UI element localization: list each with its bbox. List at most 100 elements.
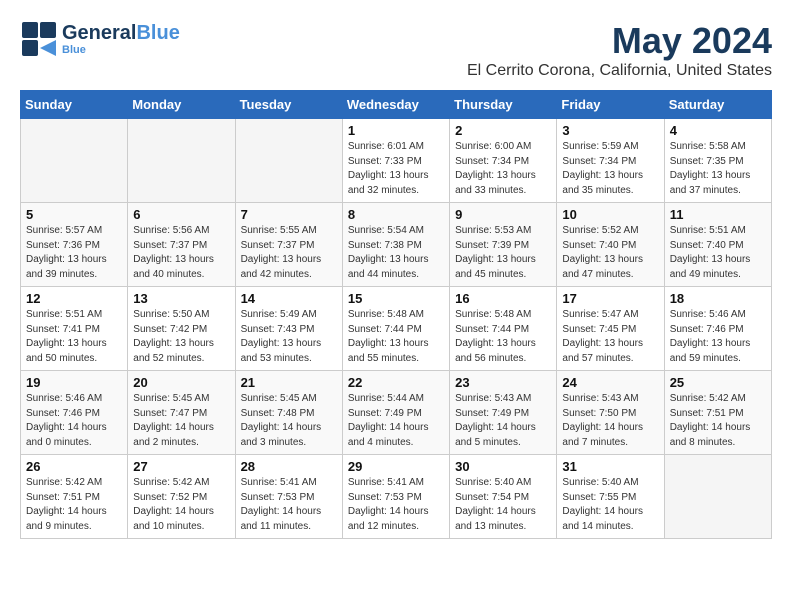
day-number: 2 (455, 123, 551, 138)
column-header-wednesday: Wednesday (342, 91, 449, 119)
calendar-cell: 25 Sunrise: 5:42 AMSunset: 7:51 PMDayligh… (664, 371, 771, 455)
calendar-cell: 20 Sunrise: 5:45 AMSunset: 7:47 PMDayligh… (128, 371, 235, 455)
calendar-cell: 17 Sunrise: 5:47 AMSunset: 7:45 PMDayligh… (557, 287, 664, 371)
column-header-monday: Monday (128, 91, 235, 119)
day-number: 10 (562, 207, 658, 222)
day-info: Sunrise: 5:42 AMSunset: 7:51 PMDaylight:… (26, 476, 122, 534)
day-number: 22 (348, 375, 444, 390)
day-info: Sunrise: 5:48 AMSunset: 7:44 PMDaylight:… (348, 308, 444, 366)
day-info: Sunrise: 5:54 AMSunset: 7:38 PMDaylight:… (348, 224, 444, 282)
calendar-week-row: 26 Sunrise: 5:42 AMSunset: 7:51 PMDayligh… (21, 455, 772, 539)
calendar-cell (21, 119, 128, 203)
calendar-cell: 23 Sunrise: 5:43 AMSunset: 7:49 PMDayligh… (450, 371, 557, 455)
day-info: Sunrise: 5:45 AMSunset: 7:48 PMDaylight:… (241, 392, 337, 450)
day-info: Sunrise: 6:00 AMSunset: 7:34 PMDaylight:… (455, 140, 551, 198)
calendar-cell: 7Sunrise: 5:55 AMSunset: 7:37 PMDaylight… (235, 203, 342, 287)
day-number: 17 (562, 291, 658, 306)
calendar-cell: 16Sunrise: 5:48 AMSunset: 7:44 PMDayligh… (450, 287, 557, 371)
day-number: 3 (562, 123, 658, 138)
calendar-cell: 10 Sunrise: 5:52 AMSunset: 7:40 PMDayligh… (557, 203, 664, 287)
day-info: Sunrise: 5:40 AMSunset: 7:55 PMDaylight:… (562, 476, 658, 534)
calendar-cell: 22 Sunrise: 5:44 AMSunset: 7:49 PMDayligh… (342, 371, 449, 455)
day-info: Sunrise: 5:56 AMSunset: 7:37 PMDaylight:… (133, 224, 229, 282)
day-number: 1 (348, 123, 444, 138)
day-number: 11 (670, 207, 766, 222)
day-info: Sunrise: 5:50 AMSunset: 7:42 PMDaylight:… (133, 308, 229, 366)
calendar-cell: 1 Sunrise: 6:01 AMSunset: 7:33 PMDaylight… (342, 119, 449, 203)
calendar-cell: 24Sunrise: 5:43 AMSunset: 7:50 PMDayligh… (557, 371, 664, 455)
calendar-week-row: 19Sunrise: 5:46 AMSunset: 7:46 PMDayligh… (21, 371, 772, 455)
day-info: Sunrise: 5:43 AMSunset: 7:49 PMDaylight:… (455, 392, 551, 450)
day-info: Sunrise: 5:48 AMSunset: 7:44 PMDaylight:… (455, 308, 551, 366)
calendar-cell: 30 Sunrise: 5:40 AMSunset: 7:54 PMDayligh… (450, 455, 557, 539)
day-info: Sunrise: 5:59 AMSunset: 7:34 PMDaylight:… (562, 140, 658, 198)
calendar-cell: 6Sunrise: 5:56 AMSunset: 7:37 PMDaylight… (128, 203, 235, 287)
column-header-friday: Friday (557, 91, 664, 119)
day-number: 31 (562, 459, 658, 474)
day-info: Sunrise: 5:42 AMSunset: 7:51 PMDaylight:… (670, 392, 766, 450)
day-info: Sunrise: 5:44 AMSunset: 7:49 PMDaylight:… (348, 392, 444, 450)
day-info: Sunrise: 6:01 AMSunset: 7:33 PMDaylight:… (348, 140, 444, 198)
column-header-thursday: Thursday (450, 91, 557, 119)
calendar-cell: 26 Sunrise: 5:42 AMSunset: 7:51 PMDayligh… (21, 455, 128, 539)
page-header: GeneralBlue Blue May 2024 El Cerrito Cor… (20, 20, 772, 80)
day-number: 21 (241, 375, 337, 390)
calendar-cell (235, 119, 342, 203)
day-number: 4 (670, 123, 766, 138)
logo-icon (20, 20, 58, 58)
calendar-cell: 29Sunrise: 5:41 AMSunset: 7:53 PMDayligh… (342, 455, 449, 539)
day-number: 30 (455, 459, 551, 474)
day-number: 9 (455, 207, 551, 222)
day-number: 27 (133, 459, 229, 474)
day-info: Sunrise: 5:46 AMSunset: 7:46 PMDaylight:… (670, 308, 766, 366)
day-number: 25 (670, 375, 766, 390)
day-number: 15 (348, 291, 444, 306)
calendar-cell: 5 Sunrise: 5:57 AMSunset: 7:36 PMDaylight… (21, 203, 128, 287)
day-info: Sunrise: 5:57 AMSunset: 7:36 PMDaylight:… (26, 224, 122, 282)
calendar-cell: 8Sunrise: 5:54 AMSunset: 7:38 PMDaylight… (342, 203, 449, 287)
day-number: 18 (670, 291, 766, 306)
main-title: May 2024 (467, 20, 772, 62)
calendar-cell: 4Sunrise: 5:58 AMSunset: 7:35 PMDaylight… (664, 119, 771, 203)
column-header-sunday: Sunday (21, 91, 128, 119)
day-number: 20 (133, 375, 229, 390)
calendar-week-row: 1 Sunrise: 6:01 AMSunset: 7:33 PMDaylight… (21, 119, 772, 203)
calendar-cell: 3 Sunrise: 5:59 AMSunset: 7:34 PMDaylight… (557, 119, 664, 203)
calendar-cell (664, 455, 771, 539)
day-info: Sunrise: 5:55 AMSunset: 7:37 PMDaylight:… (241, 224, 337, 282)
day-info: Sunrise: 5:41 AMSunset: 7:53 PMDaylight:… (241, 476, 337, 534)
day-number: 14 (241, 291, 337, 306)
day-info: Sunrise: 5:53 AMSunset: 7:39 PMDaylight:… (455, 224, 551, 282)
day-number: 5 (26, 207, 122, 222)
day-number: 13 (133, 291, 229, 306)
day-info: Sunrise: 5:45 AMSunset: 7:47 PMDaylight:… (133, 392, 229, 450)
column-header-saturday: Saturday (664, 91, 771, 119)
day-info: Sunrise: 5:52 AMSunset: 7:40 PMDaylight:… (562, 224, 658, 282)
day-number: 28 (241, 459, 337, 474)
calendar-cell: 31 Sunrise: 5:40 AMSunset: 7:55 PMDayligh… (557, 455, 664, 539)
day-info: Sunrise: 5:41 AMSunset: 7:53 PMDaylight:… (348, 476, 444, 534)
calendar-cell: 19Sunrise: 5:46 AMSunset: 7:46 PMDayligh… (21, 371, 128, 455)
day-info: Sunrise: 5:49 AMSunset: 7:43 PMDaylight:… (241, 308, 337, 366)
calendar-cell: 28 Sunrise: 5:41 AMSunset: 7:53 PMDayligh… (235, 455, 342, 539)
day-info: Sunrise: 5:47 AMSunset: 7:45 PMDaylight:… (562, 308, 658, 366)
logo-tagline: Blue (62, 44, 180, 56)
calendar-cell: 9 Sunrise: 5:53 AMSunset: 7:39 PMDaylight… (450, 203, 557, 287)
calendar-cell: 27 Sunrise: 5:42 AMSunset: 7:52 PMDayligh… (128, 455, 235, 539)
day-number: 23 (455, 375, 551, 390)
calendar-header-row: SundayMondayTuesdayWednesdayThursdayFrid… (21, 91, 772, 119)
calendar-cell: 13 Sunrise: 5:50 AMSunset: 7:42 PMDayligh… (128, 287, 235, 371)
day-number: 19 (26, 375, 122, 390)
calendar-cell: 2 Sunrise: 6:00 AMSunset: 7:34 PMDaylight… (450, 119, 557, 203)
day-info: Sunrise: 5:51 AMSunset: 7:41 PMDaylight:… (26, 308, 122, 366)
day-info: Sunrise: 5:42 AMSunset: 7:52 PMDaylight:… (133, 476, 229, 534)
day-number: 26 (26, 459, 122, 474)
calendar-cell: 18 Sunrise: 5:46 AMSunset: 7:46 PMDayligh… (664, 287, 771, 371)
day-info: Sunrise: 5:40 AMSunset: 7:54 PMDaylight:… (455, 476, 551, 534)
calendar-cell: 14 Sunrise: 5:49 AMSunset: 7:43 PMDayligh… (235, 287, 342, 371)
calendar-cell (128, 119, 235, 203)
subtitle: El Cerrito Corona, California, United St… (467, 62, 772, 80)
calendar-cell: 12Sunrise: 5:51 AMSunset: 7:41 PMDayligh… (21, 287, 128, 371)
calendar-cell: 15 Sunrise: 5:48 AMSunset: 7:44 PMDayligh… (342, 287, 449, 371)
day-info: Sunrise: 5:51 AMSunset: 7:40 PMDaylight:… (670, 224, 766, 282)
